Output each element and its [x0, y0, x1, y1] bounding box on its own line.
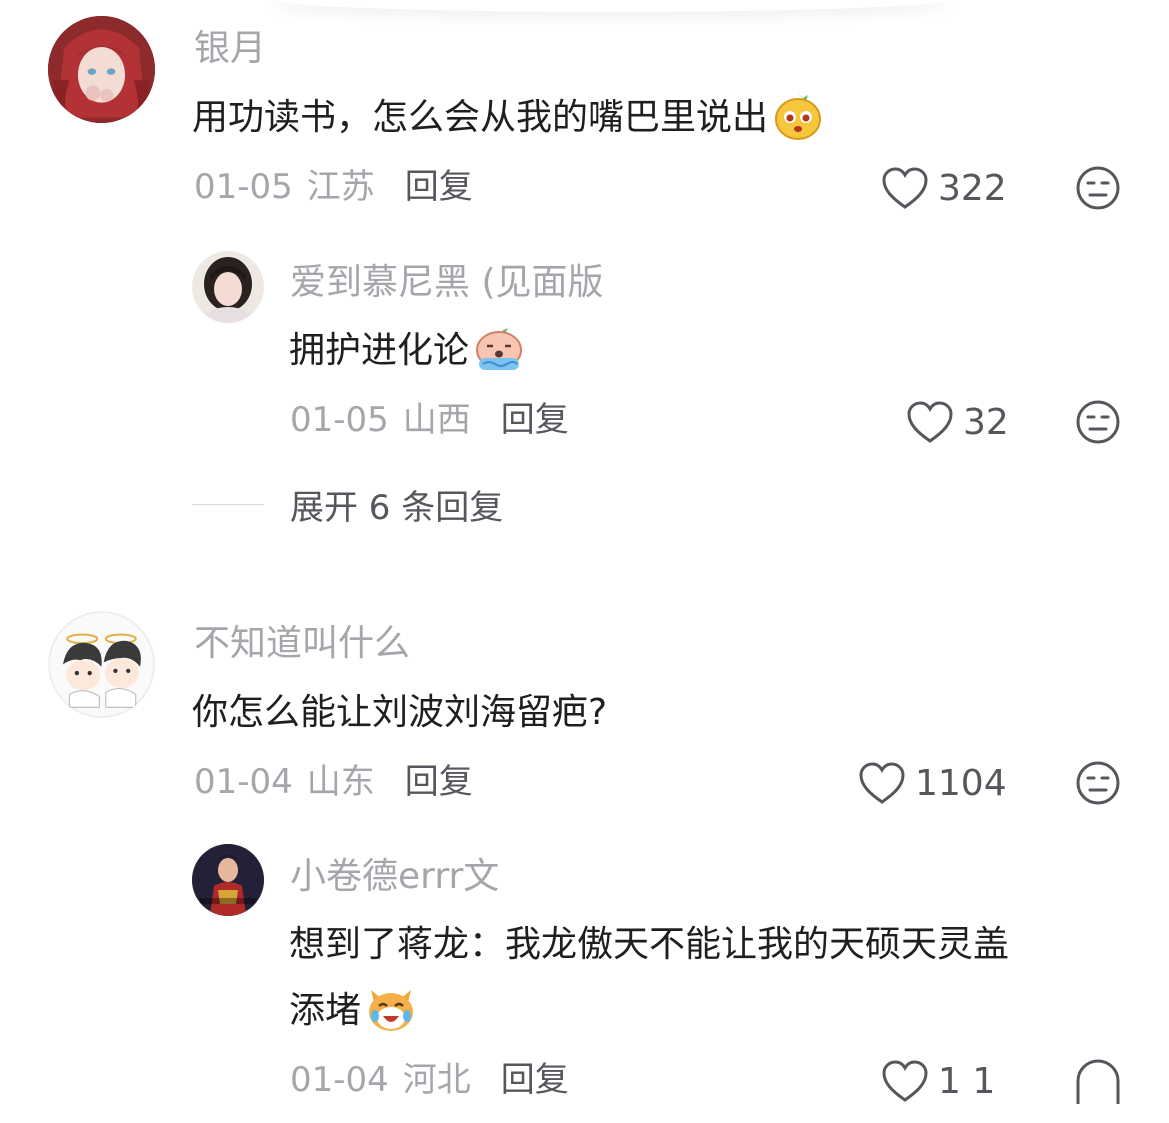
expand-replies[interactable]: 展开 6 条回复	[192, 480, 503, 529]
reply-button[interactable]: 回复	[501, 400, 569, 440]
comment-username[interactable]: 银月	[194, 27, 266, 71]
neutral-face-icon	[1076, 1059, 1120, 1104]
avatar-yinyue[interactable]	[48, 16, 155, 123]
comment-text: 用功读书，怎么会从我的嘴巴里说出	[192, 85, 824, 151]
divider	[192, 503, 264, 506]
comment-date: 01-05	[194, 167, 293, 207]
reply-text-body-2: 添堵	[289, 990, 362, 1031]
comment-location: 江苏	[306, 167, 375, 207]
like-count: 322	[938, 167, 1007, 209]
dislike-button[interactable]	[1075, 165, 1121, 211]
comment-date: 01-04	[194, 762, 293, 802]
reply-meta: 01-05 山西 回复	[290, 398, 569, 442]
crying-peach-emoji-icon	[473, 322, 525, 374]
reply-username[interactable]: 小卷德errr文	[290, 855, 499, 899]
reply-date: 01-05	[290, 400, 389, 440]
comment-meta: 01-05 江苏 回复	[194, 165, 473, 209]
comment-username[interactable]: 不知道叫什么	[194, 622, 410, 666]
top-edge-shadow	[270, 0, 950, 12]
reply-button[interactable]: 回复	[405, 762, 473, 802]
like-button[interactable]: 322	[880, 165, 1007, 211]
heart-icon	[859, 762, 905, 804]
reply-date: 01-04	[290, 1060, 389, 1100]
yellow-fruit-emoji-icon	[772, 89, 824, 141]
neutral-face-icon	[1076, 761, 1120, 805]
avatar-reply-1[interactable]	[192, 251, 264, 323]
reply-text-body: 拥护进化论	[289, 330, 470, 371]
like-count: 1 1	[938, 1060, 996, 1102]
dislike-button[interactable]	[1075, 760, 1121, 806]
reply-location: 河北	[402, 1060, 471, 1100]
avatar-reply-2[interactable]	[192, 844, 264, 916]
like-count: 1104	[915, 762, 1007, 804]
like-button[interactable]: 1 1	[880, 1058, 995, 1104]
heart-icon	[882, 167, 928, 209]
expand-replies-label[interactable]: 展开 6 条回复	[290, 480, 503, 529]
comment-text-body: 用功读书，怎么会从我的嘴巴里说出	[192, 97, 769, 138]
reply-button[interactable]: 回复	[501, 1060, 569, 1100]
reply-meta: 01-04 河北 回复	[290, 1058, 569, 1102]
heart-icon	[907, 401, 953, 443]
dislike-button[interactable]	[1075, 1058, 1121, 1104]
reply-username[interactable]: 爱到慕尼黑 (见面版	[290, 261, 604, 305]
comment-text: 你怎么能让刘波刘海留疤?	[192, 680, 607, 746]
like-button[interactable]: 1104	[857, 760, 1007, 806]
reply-location: 山西	[402, 400, 471, 440]
neutral-face-icon	[1076, 400, 1120, 444]
reply-text-body: 想到了蒋龙：我龙傲天不能让我的天硕天灵盖	[289, 924, 1010, 965]
reply-text: 拥护进化论	[289, 318, 525, 384]
avatar-buzhidao[interactable]	[48, 611, 155, 718]
laughing-cat-emoji-icon	[365, 982, 417, 1034]
reply-button[interactable]: 回复	[405, 167, 473, 207]
comment-text-body: 你怎么能让刘波刘海留疤?	[192, 692, 608, 733]
comment-list: 银月 用功读书，怎么会从我的嘴巴里说出 01-05 江苏 回复 322 爱到慕尼…	[0, 0, 1169, 1123]
heart-icon	[882, 1060, 928, 1102]
comment-meta: 01-04 山东 回复	[194, 760, 473, 804]
neutral-face-icon	[1076, 166, 1120, 210]
reply-text-line-1: 想到了蒋龙：我龙傲天不能让我的天硕天灵盖	[289, 912, 1009, 978]
reply-text-line-2: 添堵	[289, 978, 417, 1044]
dislike-button[interactable]	[1075, 399, 1121, 445]
comment-location: 山东	[306, 762, 375, 802]
like-count: 32	[963, 401, 1009, 443]
like-button[interactable]: 32	[905, 399, 1009, 445]
